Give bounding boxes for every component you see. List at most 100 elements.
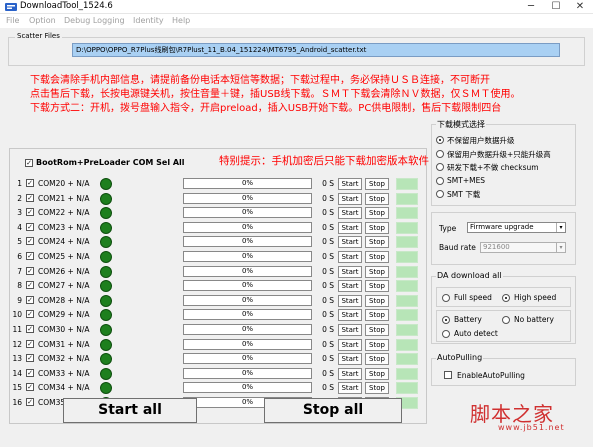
no-battery-label: No battery — [514, 315, 554, 324]
port-checkbox[interactable]: ✓ — [26, 222, 34, 231]
port-stop-button[interactable]: Stop — [365, 178, 389, 190]
bootrom-select-all-checkbox[interactable]: ✓ — [25, 159, 33, 167]
type-select[interactable]: Firmware upgrade ▾ — [467, 222, 566, 233]
baud-rate-select[interactable]: 921600 ▾ — [480, 242, 566, 253]
port-start-button[interactable]: Start — [338, 265, 362, 278]
row-number: 8 — [17, 281, 22, 291]
scatter-path-field[interactable]: D:\OPPO\OPPO_R7Plus线刷包\R7Plust_11_B.04_1… — [72, 43, 560, 57]
port-stop-button[interactable]: Stop — [365, 192, 389, 205]
port-row: 6 ✓ COM25 + N/A 0% 0 S Start Stop — [10, 250, 428, 264]
elapsed-seconds: 0 S — [322, 208, 334, 218]
port-checkbox[interactable]: ✓ — [26, 383, 34, 392]
download-mode-radio[interactable] — [436, 176, 444, 185]
type-group: Type Firmware upgrade ▾ Baud rate 921600… — [431, 212, 576, 265]
port-start-button[interactable]: Start — [338, 221, 362, 234]
progress-bar: 0% — [183, 309, 312, 321]
port-checkbox[interactable]: ✓ — [26, 237, 34, 246]
no-battery-radio[interactable] — [502, 316, 510, 324]
port-stop-button[interactable]: Stop — [365, 280, 389, 293]
port-start-button[interactable]: Start — [338, 309, 362, 322]
enable-autopulling-label: EnableAutoPulling — [457, 371, 525, 380]
battery-radio[interactable] — [442, 316, 450, 324]
port-start-button[interactable]: Start — [338, 251, 362, 263]
port-checkbox[interactable]: ✓ — [26, 179, 34, 187]
menu-help[interactable]: Help — [172, 16, 190, 25]
status-led-icon — [100, 367, 112, 380]
port-stop-button[interactable]: Stop — [365, 382, 389, 395]
port-stop-button[interactable]: Stop — [365, 294, 389, 307]
enable-autopulling-checkbox[interactable] — [444, 371, 452, 379]
port-checkbox[interactable]: ✓ — [26, 281, 34, 290]
high-speed-radio[interactable] — [502, 294, 510, 302]
client-area: Scatter Files D:\OPPO\OPPO_R7Plus线刷包\R7P… — [0, 28, 593, 447]
port-stop-button[interactable]: Stop — [365, 251, 389, 263]
port-checkbox[interactable]: ✓ — [26, 193, 34, 202]
port-checkbox[interactable]: ✓ — [26, 339, 34, 348]
port-start-button[interactable]: Start — [338, 382, 362, 395]
port-checkbox[interactable]: ✓ — [26, 368, 34, 377]
menu-file[interactable]: File — [6, 16, 19, 25]
port-stop-button[interactable]: Stop — [365, 265, 389, 278]
maximize-button[interactable]: ☐ — [543, 0, 569, 14]
port-label: COM23 + N/A — [38, 222, 90, 232]
port-checkbox[interactable]: ✓ — [26, 252, 34, 260]
port-label: COM24 + N/A — [38, 237, 90, 247]
port-status-box — [396, 353, 418, 366]
port-stop-button[interactable]: Stop — [365, 338, 389, 351]
download-mode-radio[interactable] — [436, 136, 444, 144]
stop-all-button[interactable]: Stop all — [264, 398, 402, 423]
port-row: 15 ✓ COM34 + N/A 0% 0 S Start Stop — [10, 381, 428, 395]
download-mode-radio[interactable] — [436, 163, 444, 171]
port-start-button[interactable]: Start — [338, 353, 362, 366]
download-mode-title: 下载模式选择 — [436, 119, 486, 130]
menu-debug-logging[interactable]: Debug Logging — [64, 16, 125, 25]
auto-detect-radio[interactable] — [442, 330, 450, 338]
port-stop-button[interactable]: Stop — [365, 309, 389, 322]
status-led-icon — [100, 294, 112, 307]
port-stop-button[interactable]: Stop — [365, 221, 389, 234]
port-label: COM32 + N/A — [38, 354, 90, 364]
port-stop-button[interactable]: Stop — [365, 207, 389, 220]
port-stop-button[interactable]: Stop — [365, 236, 389, 249]
chevron-down-icon[interactable]: ▾ — [556, 223, 565, 232]
menu-option[interactable]: Option — [29, 16, 56, 25]
menu-identity[interactable]: Identity — [133, 16, 164, 25]
port-checkbox[interactable]: ✓ — [26, 310, 34, 319]
progress-bar: 0% — [183, 280, 312, 292]
port-status-box — [396, 382, 418, 395]
port-start-button[interactable]: Start — [338, 324, 362, 336]
port-stop-button[interactable]: Stop — [365, 367, 389, 380]
port-checkbox[interactable]: ✓ — [26, 295, 34, 304]
port-checkbox[interactable]: ✓ — [26, 325, 34, 333]
status-led-icon — [100, 324, 112, 336]
port-checkbox[interactable]: ✓ — [26, 354, 34, 363]
elapsed-seconds: 0 S — [322, 281, 334, 291]
port-checkbox[interactable]: ✓ — [26, 266, 34, 275]
start-all-button[interactable]: Start all — [63, 398, 197, 423]
full-speed-radio[interactable] — [442, 294, 450, 302]
port-start-button[interactable]: Start — [338, 178, 362, 190]
port-start-button[interactable]: Start — [338, 192, 362, 205]
port-checkbox[interactable]: ✓ — [26, 398, 34, 406]
row-number: 16 — [12, 398, 22, 407]
status-led-icon — [100, 265, 112, 278]
port-start-button[interactable]: Start — [338, 236, 362, 249]
port-checkbox[interactable]: ✓ — [26, 208, 34, 217]
download-mode-radio[interactable] — [436, 190, 444, 198]
port-start-button[interactable]: Start — [338, 294, 362, 307]
port-start-button[interactable]: Start — [338, 207, 362, 220]
download-mode-radio[interactable] — [436, 149, 444, 158]
port-start-button[interactable]: Start — [338, 367, 362, 380]
port-start-button[interactable]: Start — [338, 280, 362, 293]
close-button[interactable]: ✕ — [567, 0, 593, 14]
minimize-button[interactable]: ─ — [518, 0, 544, 14]
port-stop-button[interactable]: Stop — [365, 324, 389, 336]
row-number: 6 — [17, 252, 22, 261]
chevron-down-icon[interactable]: ▾ — [556, 243, 565, 252]
full-speed-label: Full speed — [454, 293, 492, 302]
port-stop-button[interactable]: Stop — [365, 353, 389, 366]
row-number: 5 — [17, 237, 22, 247]
battery-label: Battery — [454, 315, 482, 324]
port-start-button[interactable]: Start — [338, 338, 362, 351]
status-led-icon — [100, 251, 112, 263]
